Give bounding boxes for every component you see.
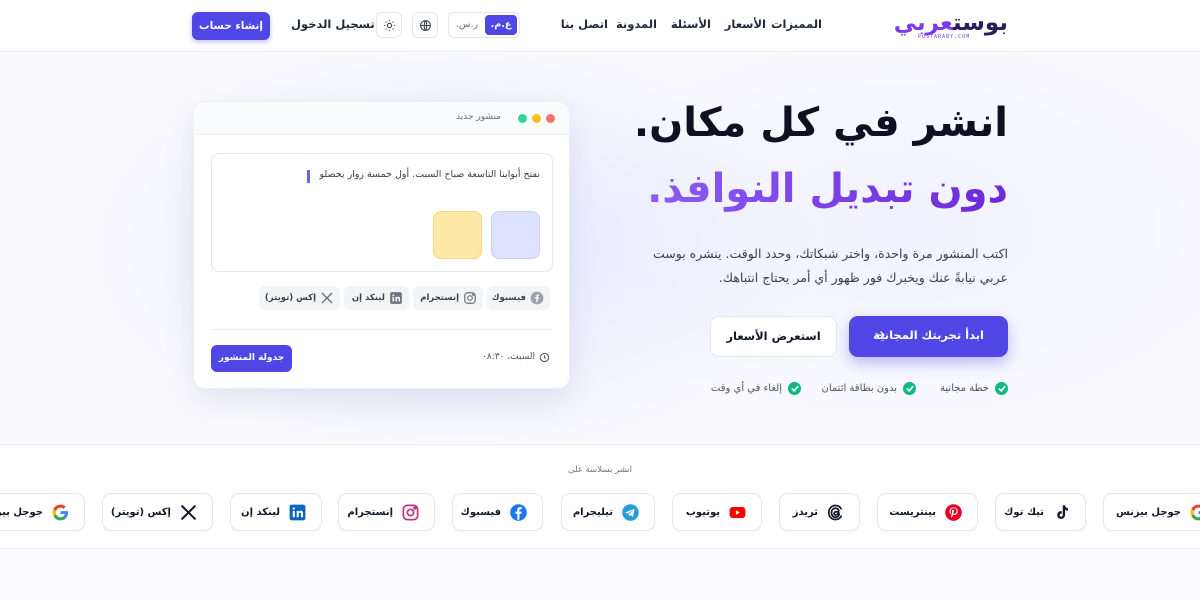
login-link[interactable]: تسجيل الدخول (291, 17, 375, 31)
instagram-icon (402, 504, 419, 521)
nav-link-features[interactable]: المميزات (771, 17, 822, 31)
post-text: نفتح أبوابنا التاسعة صباح السبت. أول خمس… (319, 169, 541, 180)
google-icon (1190, 504, 1200, 521)
nav-link-contact[interactable]: اتصل بنا (561, 17, 608, 31)
telegram-icon (622, 504, 639, 521)
hero-description: اكتب المنشور مرة واحدة، واختر شبكاتك، وح… (653, 246, 1008, 285)
nav-link-faq[interactable]: الأسئلة (671, 17, 711, 31)
platforms-title: انشر بسلاسة على (567, 465, 633, 475)
platform-google-business: جوجل بيزنس (0, 493, 85, 531)
linkedin-icon (390, 292, 402, 304)
post-composer-card: منشور جديد نفتح أبوابنا التاسعة صباح الس… (193, 101, 570, 389)
platform-linkedin: لينكد إن (230, 493, 322, 531)
platform-instagram: إنستجرام (338, 493, 435, 531)
platform-x: إكس (تويتر) (102, 493, 213, 531)
feature-cancel-anytime: إلغاء في أي وقت (709, 382, 801, 396)
platform-threads: ثريدز (779, 493, 860, 531)
arrow-icon (875, 331, 885, 339)
clock-icon (539, 352, 550, 363)
check-icon (788, 382, 801, 395)
tiktok-icon (1057, 505, 1068, 519)
top-navbar: بوستعربي POSTARABY.COM المميزات الأسعار … (0, 0, 1200, 52)
start-trial-button[interactable]: ابدأ تجربتك المجانية (849, 316, 1008, 357)
linkedin-icon (289, 504, 306, 521)
x-icon (321, 292, 333, 304)
hero-background (0, 52, 1200, 444)
hero-headline-line1: انشر في كل مكان. (633, 100, 1008, 146)
start-trial-label: ابدأ تجربتك المجانية (873, 328, 984, 342)
hero-headline-line2: دون تبديل النوافذ. (647, 166, 1008, 212)
platforms-strip: انشر بسلاسة على جوجل بيزنس تيك توك بينتر… (0, 444, 1200, 549)
media-thumbnail[interactable] (433, 211, 482, 259)
platform-facebook: فيسبوك (452, 493, 543, 531)
nav-link-blog[interactable]: المدونة (616, 17, 657, 31)
google-icon (52, 504, 69, 521)
post-text-input[interactable]: نفتح أبوابنا التاسعة صباح السبت. أول خمس… (211, 153, 553, 272)
pinterest-icon (945, 504, 962, 521)
platform-google-business: جوجل بيزنس (1103, 493, 1200, 531)
instagram-icon (464, 292, 476, 304)
view-pricing-button[interactable]: استعرض الأسعار (710, 316, 837, 357)
network-chip-facebook[interactable]: فيسبوك (487, 286, 550, 310)
brand-tagline: POSTARABY.COM (918, 34, 971, 40)
check-icon (995, 382, 1008, 395)
text-caret (307, 170, 310, 183)
x-icon (181, 505, 196, 520)
page-bottom-section (0, 549, 1200, 600)
platform-youtube: يوتيوب (672, 493, 762, 531)
network-chip-linkedin[interactable]: لينكد إن (344, 286, 409, 310)
signup-button[interactable]: إنشاء حساب (192, 12, 270, 40)
language-option-active[interactable]: ع.م. (485, 15, 517, 35)
platform-pinterest: بينتريست (877, 493, 978, 531)
theme-toggle-button[interactable] (376, 12, 402, 38)
brand-logo[interactable]: بوستعربي POSTARABY.COM (872, 9, 1009, 43)
globe-icon (420, 20, 431, 31)
check-icon (903, 382, 916, 395)
schedule-post-button[interactable]: جدولة المنشور (211, 345, 292, 372)
window-dot-yellow (532, 114, 541, 123)
brand-wordmark: بوستعربي (893, 10, 1009, 36)
threads-icon (827, 504, 843, 521)
nav-link-pricing[interactable]: الأسعار (725, 17, 766, 31)
window-dot-red (546, 114, 555, 123)
composer-header: منشور جديد (194, 102, 569, 135)
facebook-icon (510, 504, 527, 521)
language-option-inactive[interactable]: ر.س. (451, 15, 483, 35)
language-globe-button[interactable] (412, 12, 438, 38)
platform-telegram: تيليجرام (561, 493, 655, 531)
network-chip-instagram[interactable]: إنستجرام (413, 286, 483, 310)
facebook-icon (530, 291, 544, 305)
language-switcher: ع.م. ر.س. (448, 12, 520, 38)
network-chip-x[interactable]: إكس (تويتر) (259, 286, 340, 310)
composer-divider (211, 329, 553, 330)
youtube-icon (729, 506, 746, 519)
composer-title: منشور جديد (456, 112, 501, 122)
sun-icon (384, 20, 395, 31)
feature-no-card: بدون بطاقة ائتمان (810, 382, 916, 396)
window-dot-green (518, 114, 527, 123)
platform-tiktok: تيك توك (995, 493, 1086, 531)
feature-free-plan: خطة مجانية (928, 382, 1008, 396)
media-thumbnail[interactable] (491, 211, 540, 259)
